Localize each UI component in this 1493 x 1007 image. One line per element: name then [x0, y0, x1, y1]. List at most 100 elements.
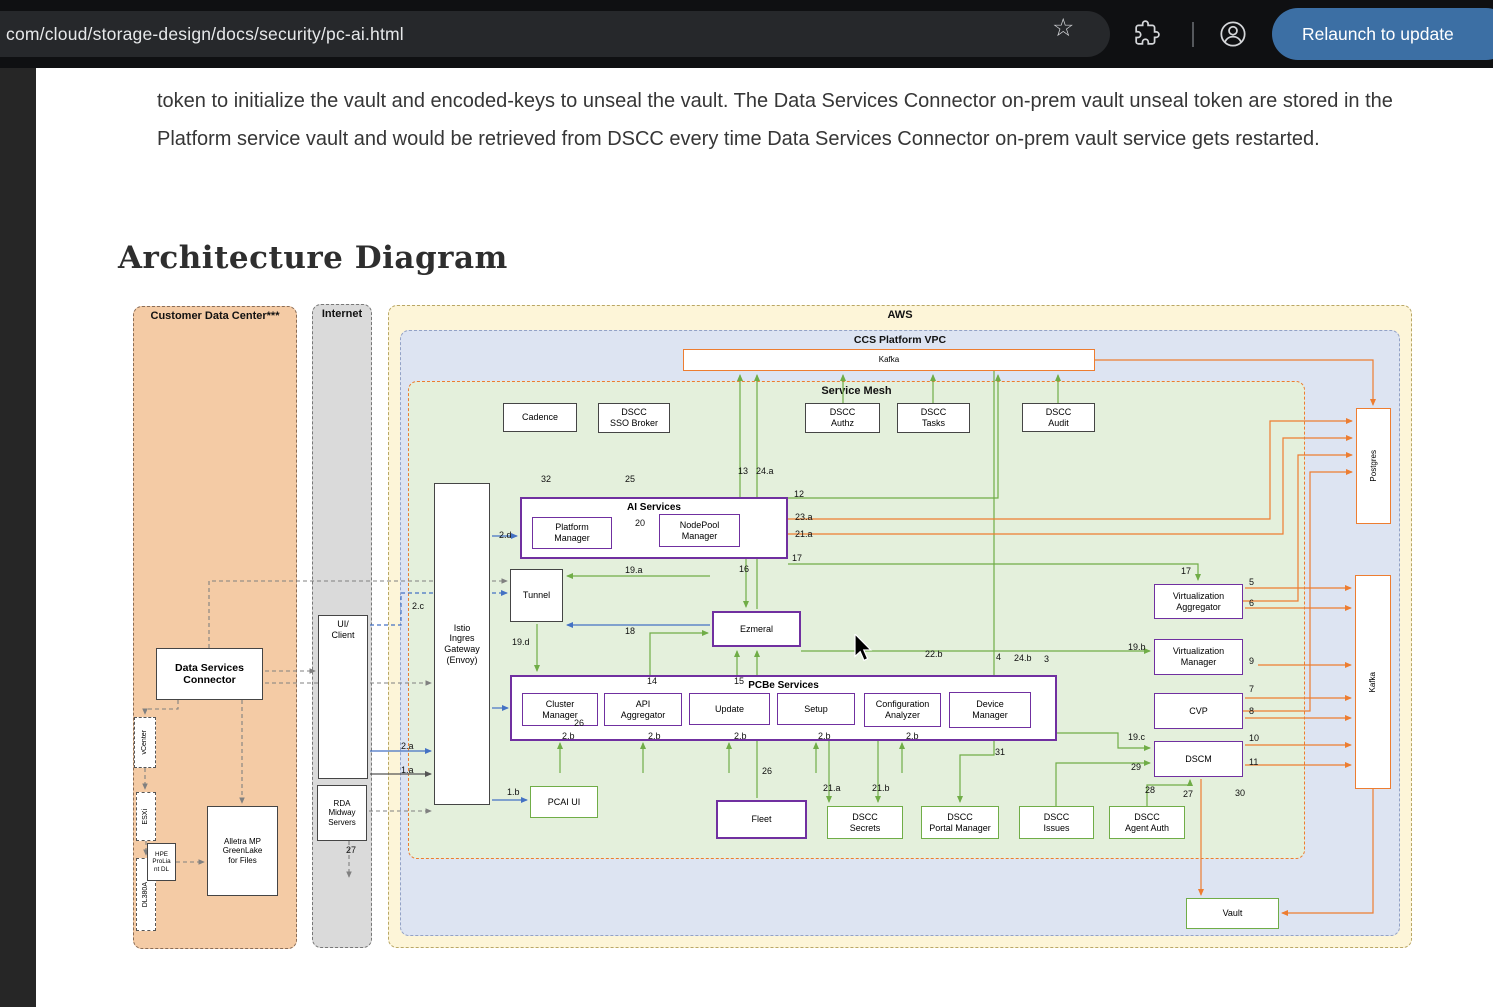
edge-label: 21.a	[795, 530, 813, 539]
configuration-analyzer-label: Configuration Analyzer	[876, 699, 930, 720]
tunnel: Tunnel	[510, 569, 563, 622]
pcai-ui: PCAI UI	[530, 786, 598, 818]
kafka-vertical-label: Kafka	[1368, 672, 1377, 692]
edge-label: 22.b	[925, 650, 943, 659]
dscc-issues: DSCC Issues	[1019, 806, 1094, 839]
ccs-platform-vpc-zone-label: CCS Platform VPC	[401, 334, 1399, 346]
fleet: Fleet	[716, 800, 807, 839]
update-label: Update	[715, 704, 744, 715]
aws-zone-label: AWS	[389, 309, 1411, 321]
dscc-portal-manager-label: DSCC Portal Manager	[929, 812, 991, 833]
edge-label: 15	[734, 677, 744, 686]
cadence-label: Cadence	[522, 412, 558, 423]
edge-label: 2.b	[562, 732, 575, 741]
cadence: Cadence	[503, 403, 577, 432]
service-mesh-zone-label: Service Mesh	[409, 385, 1304, 397]
edge-label: 28	[1145, 786, 1155, 795]
dl380a-label: DL380A	[142, 882, 150, 907]
esxi: ESXi	[136, 792, 156, 841]
edge-label: 18	[625, 627, 635, 636]
dscc-agent-auth-label: DSCC Agent Auth	[1125, 812, 1169, 833]
edge-label: 9	[1249, 657, 1254, 666]
pcai-ui-label: PCAI UI	[548, 797, 581, 808]
edge-label: 2.b	[906, 732, 919, 741]
dscc-agent-auth: DSCC Agent Auth	[1109, 806, 1185, 839]
vault: Vault	[1186, 898, 1279, 929]
vcenter: vCenter	[134, 717, 156, 768]
pcbe-services-group-label: PCBe Services	[748, 678, 819, 692]
relaunch-button[interactable]: Relaunch to update	[1272, 8, 1493, 60]
toolbar-separator	[1192, 22, 1194, 47]
device-manager-label: Device Manager	[972, 699, 1008, 720]
nodepool-manager-label: NodePool Manager	[680, 520, 720, 541]
internet-zone-label: Internet	[313, 308, 371, 320]
ui-client-label: UI/ Client	[331, 617, 354, 640]
edge-label: 21.b	[872, 784, 890, 793]
edge-label: 27	[346, 846, 356, 855]
dscc-issues-label: DSCC Issues	[1043, 812, 1069, 833]
esxi-label: ESXi	[142, 809, 150, 825]
edge-label: 1.b	[507, 788, 520, 797]
alletra-mp-greenlake: Alletra MP GreenLake for Files	[207, 806, 278, 896]
alletra-mp-greenlake-label: Alletra MP GreenLake for Files	[223, 837, 263, 865]
edge-label: 6	[1249, 599, 1254, 608]
istio-ingress-gateway-label: Istio Ingres Gateway (Envoy)	[444, 623, 480, 665]
edge-label: 12	[794, 490, 804, 499]
edge-label: 19.b	[1128, 643, 1146, 652]
architecture-diagram: Customer Data Center***InternetAWSCCS Pl…	[118, 293, 1415, 965]
edge-label: 10	[1249, 734, 1259, 743]
dscc-tasks-label: DSCC Tasks	[921, 407, 947, 428]
extensions-icon[interactable]	[1134, 20, 1160, 51]
setup: Setup	[777, 693, 855, 725]
postgres-label: Postgres	[1369, 450, 1378, 482]
data-services-connector: Data Services Connector	[156, 648, 263, 700]
ezmeral: Ezmeral	[712, 611, 801, 647]
edge-label: 17	[1181, 567, 1191, 576]
edge-label: 27	[1183, 790, 1193, 799]
update: Update	[689, 693, 770, 725]
edge-label: 20	[635, 519, 645, 528]
browser-topbar: com/cloud/storage-design/docs/security/p…	[0, 0, 1493, 68]
edge-label: 17	[792, 554, 802, 563]
device-manager: Device Manager	[949, 692, 1031, 728]
api-aggregator: API Aggregator	[604, 693, 682, 726]
vault-label: Vault	[1223, 908, 1243, 919]
ui-client: UI/ Client	[318, 615, 368, 779]
dscc-secrets-label: DSCC Secrets	[850, 812, 881, 833]
nodepool-manager: NodePool Manager	[659, 514, 740, 547]
edge-label: 4	[996, 653, 1001, 662]
hpe-proliant-dl-label: HPE ProLia nt DL	[152, 851, 170, 873]
left-edge-strip	[0, 68, 36, 1007]
platform-manager: Platform Manager	[532, 517, 612, 549]
platform-manager-label: Platform Manager	[554, 522, 590, 543]
virtualization-manager-label: Virtualization Manager	[1173, 646, 1224, 667]
edge-label: 19.c	[1128, 733, 1145, 742]
address-bar[interactable]: com/cloud/storage-design/docs/security/p…	[0, 11, 1110, 57]
kafka-vertical: Kafka	[1355, 575, 1391, 789]
edge-label: 21.a	[823, 784, 841, 793]
api-aggregator-label: API Aggregator	[621, 699, 666, 720]
url-text[interactable]: com/cloud/storage-design/docs/security/p…	[6, 24, 404, 45]
postgres: Postgres	[1356, 408, 1391, 524]
dscc-audit: DSCC Audit	[1022, 403, 1095, 432]
bookmark-star-icon[interactable]: ☆	[1052, 16, 1074, 41]
fleet-label: Fleet	[751, 814, 771, 825]
edge-label: 19.d	[512, 638, 530, 647]
tunnel-label: Tunnel	[523, 590, 550, 601]
ezmeral-label: Ezmeral	[740, 624, 773, 635]
edge-label: 2.b	[734, 732, 747, 741]
edge-label: 2.b	[648, 732, 661, 741]
edge-label: 24.a	[756, 467, 774, 476]
edge-label: 11	[1249, 758, 1258, 767]
section-heading: Architecture Diagram	[118, 240, 508, 276]
edge-label: 32	[541, 475, 551, 484]
edge-label: 7	[1249, 685, 1254, 694]
kafka-bus-label: Kafka	[879, 355, 899, 364]
profile-icon[interactable]	[1219, 20, 1247, 53]
cluster-manager: Cluster Manager	[522, 693, 598, 726]
edge-label: 23.a	[795, 513, 813, 522]
edge-label: 8	[1249, 707, 1254, 716]
edge-label: 30	[1235, 789, 1245, 798]
edge-label: 14	[647, 677, 657, 686]
edge-label: 19.a	[625, 566, 643, 575]
